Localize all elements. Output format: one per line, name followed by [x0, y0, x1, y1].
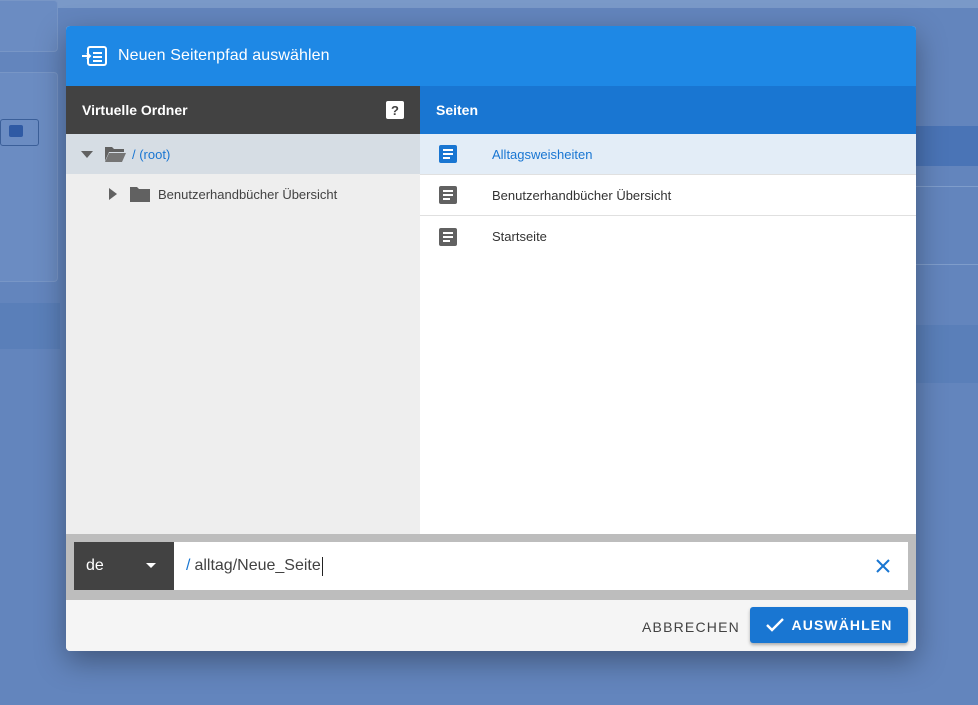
help-icon[interactable]: ? [386, 101, 404, 119]
page-icon [439, 186, 457, 204]
pages-header: Seiten [420, 86, 916, 134]
caret-right-icon[interactable] [106, 187, 120, 201]
background-band [0, 303, 60, 349]
tree-item-root-label: / (root) [132, 146, 171, 162]
background-comment-button [0, 119, 39, 146]
locale-select[interactable]: de [74, 542, 174, 590]
page-icon [439, 145, 457, 163]
background-card [0, 0, 58, 52]
virtual-folders-header: Virtuelle Ordner ? [66, 86, 420, 134]
page-path-icon [82, 46, 107, 66]
text-cursor [321, 556, 323, 576]
dialog-footer: ABBRECHEN AUSWÄHLEN [66, 600, 916, 651]
tree-item-root[interactable]: / (root) [66, 134, 420, 174]
background-divider [916, 264, 978, 265]
dialog-header: Neuen Seitenpfad auswählen [66, 26, 916, 86]
tree-item-label: Benutzerhandbücher Übersicht [158, 186, 338, 202]
select-button-label: AUSWÄHLEN [791, 617, 893, 633]
locale-value: de [86, 557, 104, 574]
pages-title: Seiten [436, 102, 479, 118]
cancel-button[interactable]: ABBRECHEN [632, 609, 750, 645]
background-card [0, 72, 58, 282]
virtual-folders-title: Virtuelle Ordner [82, 102, 188, 118]
comment-icon [9, 125, 23, 137]
caret-down-icon[interactable] [80, 147, 94, 161]
folder-open-icon [105, 147, 126, 162]
path-prefix: / [186, 557, 191, 574]
dialog-panes: Virtuelle Ordner ? / (root) Benutzerhand… [66, 86, 916, 534]
background-band [916, 126, 978, 166]
page-path-input[interactable]: / alltag/Neue_Seite [174, 542, 908, 590]
background-divider [916, 186, 978, 187]
page-icon [439, 227, 457, 246]
page-item-benutzerhandbuecher[interactable]: Benutzerhandbücher Übersicht [420, 175, 916, 216]
background-band [916, 325, 978, 383]
tree-item-benutzerhandbuecher[interactable]: Benutzerhandbücher Übersicht [66, 174, 420, 214]
page-item-startseite[interactable]: Startseite [420, 216, 916, 257]
page-item-label: Benutzerhandbücher Übersicht [492, 187, 672, 203]
close-icon[interactable] [874, 557, 892, 575]
cancel-button-label: ABBRECHEN [642, 619, 740, 635]
virtual-folders-pane: Virtuelle Ordner ? / (root) Benutzerhand… [66, 86, 420, 534]
path-bar: de / alltag/Neue_Seite [66, 534, 916, 600]
select-button[interactable]: AUSWÄHLEN [750, 607, 908, 643]
page-item-label: Startseite [492, 229, 547, 244]
dropdown-caret-icon [146, 563, 156, 568]
check-icon [765, 618, 784, 632]
background-top-strip [0, 0, 978, 8]
page-item-alltagsweisheiten[interactable]: Alltagsweisheiten [420, 134, 916, 175]
pages-pane: Seiten Alltagsweisheiten Benutzerhandbüc… [420, 86, 916, 534]
page-path-dialog: Neuen Seitenpfad auswählen Virtuelle Ord… [66, 26, 916, 651]
dialog-title: Neuen Seitenpfad auswählen [118, 47, 330, 64]
page-item-label: Alltagsweisheiten [492, 146, 593, 162]
folder-icon [130, 187, 150, 202]
path-value: alltag/Neue_Seite [194, 557, 321, 574]
